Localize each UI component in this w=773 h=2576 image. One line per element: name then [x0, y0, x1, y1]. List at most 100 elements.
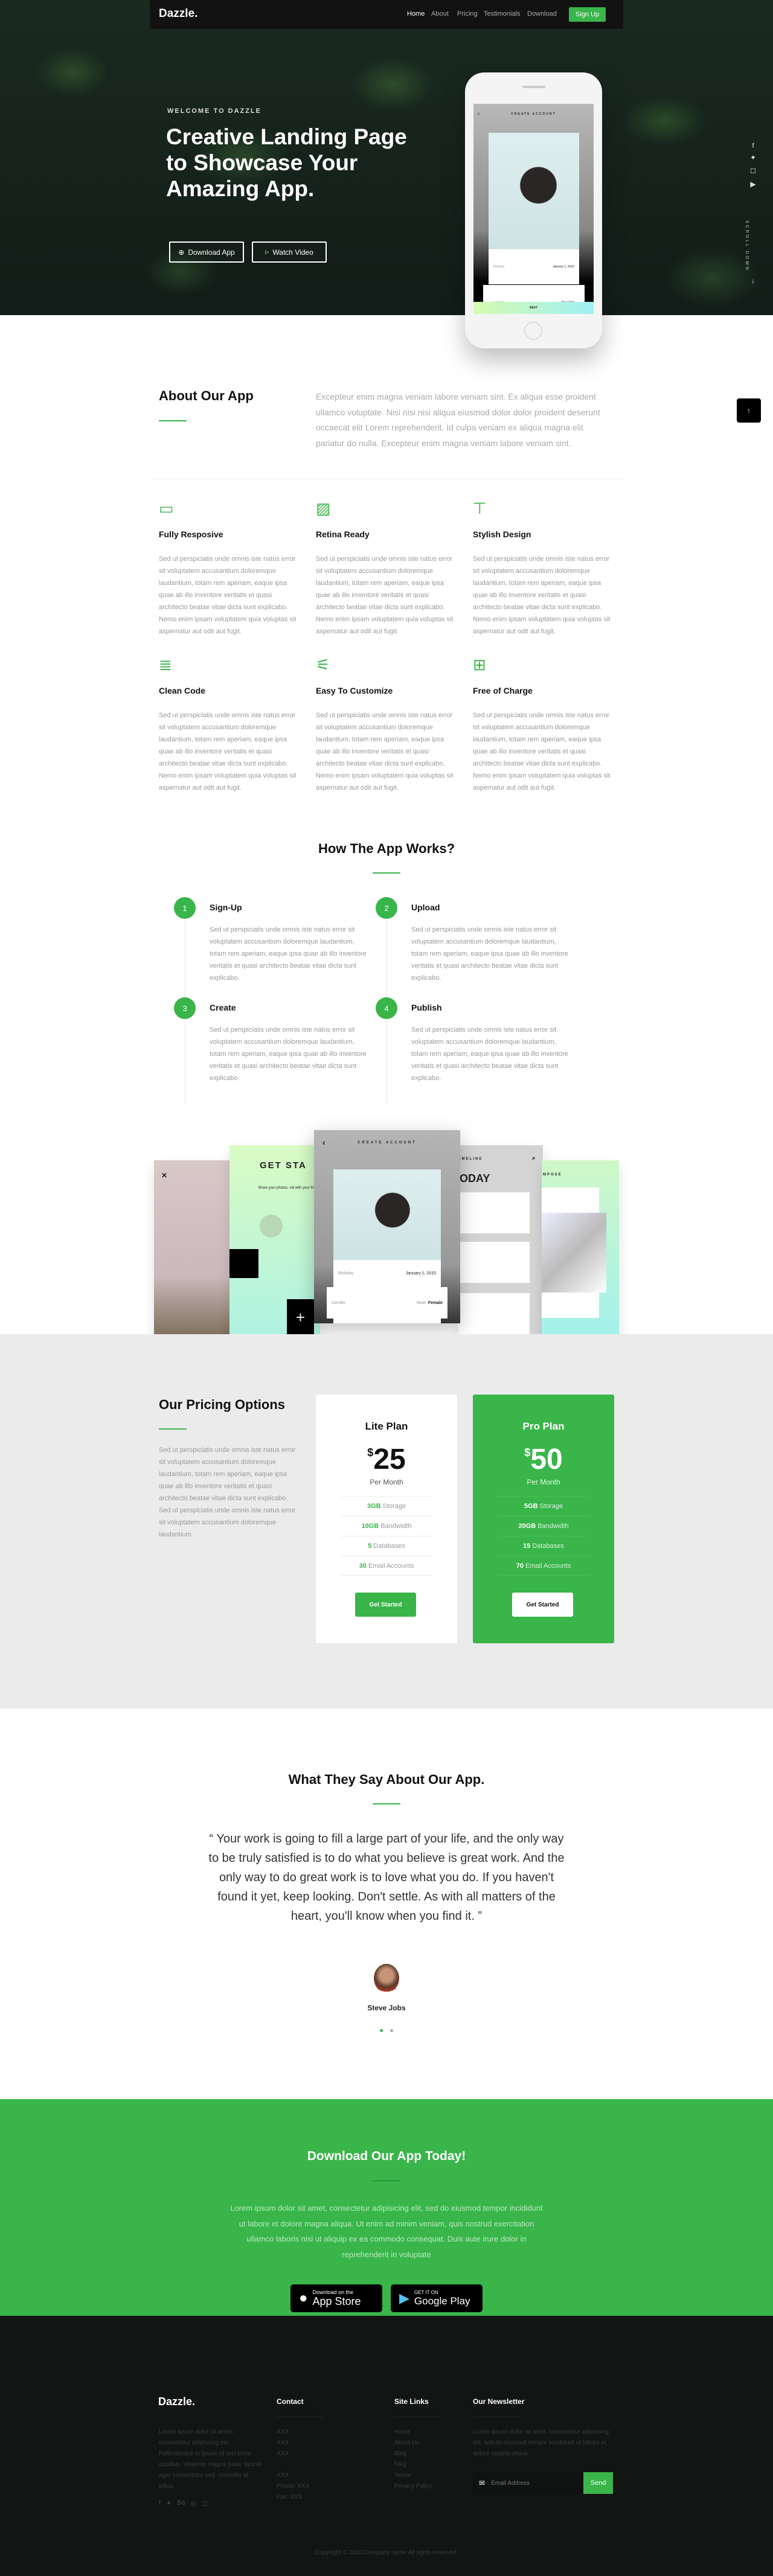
nav-pricing[interactable]: Pricing	[457, 10, 478, 18]
signup-button[interactable]: Sign Up	[569, 7, 606, 22]
feature-title: Clean Code	[159, 686, 206, 695]
youtube-icon[interactable]: ▶	[749, 180, 757, 188]
plan-feature: 20GB Bandwidth	[497, 1516, 590, 1536]
plan-price: $50	[473, 1443, 614, 1476]
behance-icon[interactable]: Bē	[177, 2499, 185, 2507]
watch-video-button[interactable]: ▷ Watch Video	[252, 241, 327, 263]
plan-price: $25	[316, 1443, 457, 1476]
twitter-icon[interactable]: ✦	[749, 153, 757, 162]
carousel-dot-2[interactable]	[390, 2029, 393, 2032]
step-text: Sed ut perspiciatis unde omnis iste natu…	[411, 1026, 568, 1082]
arrow-up-icon: ↑	[747, 406, 751, 415]
nav-home[interactable]: Home	[407, 10, 425, 18]
pricing-card: Pro Plan $50 Per Month 5GB Storage 20GB Band…	[473, 1395, 614, 1643]
facebook-icon[interactable]: f	[749, 141, 757, 150]
plan-period: Per Month	[527, 1478, 560, 1486]
nav-about[interactable]: About	[431, 10, 449, 18]
google-play-button[interactable]: ▶ GET IT ON Google Play	[391, 2284, 483, 2312]
logo[interactable]: Dazzle.	[159, 7, 197, 21]
plan-feature: 70 Email Accounts	[497, 1556, 590, 1576]
feature-title: Free of Charge	[473, 686, 533, 695]
step-title: Sign-Up	[210, 903, 242, 912]
get-started-button[interactable]: Get Started	[512, 1593, 573, 1617]
sliders-icon: ⚟	[316, 656, 330, 674]
appstore-big: App Store	[312, 2295, 361, 2307]
download-title: Download Our App Today!	[307, 2149, 466, 2163]
step-number: 1	[174, 897, 196, 919]
step-text: Sed ut perspiciatis unde omnis iste natu…	[411, 926, 568, 982]
footer-link[interactable]: Terms	[394, 2470, 432, 2481]
nav-download[interactable]: Download	[527, 10, 557, 18]
carousel-dot-1[interactable]	[380, 2029, 383, 2032]
contact-item	[277, 2459, 309, 2470]
document-icon: ≣	[159, 656, 172, 674]
app-store-button[interactable]: ● Download on the App Store	[290, 2284, 382, 2312]
compose-text: MPOSE	[543, 1173, 562, 1177]
nav-testimonials[interactable]: Testimonials	[484, 10, 521, 18]
feature-title: Retina Ready	[316, 529, 370, 539]
dribbble-icon[interactable]: ◎	[191, 2499, 197, 2507]
feature-title: Fully Resposive	[159, 529, 223, 539]
plan-feature: 30 Email Accounts	[340, 1556, 433, 1576]
newsletter-form: ✉ Send	[473, 2472, 613, 2494]
get-started-button[interactable]: Get Started	[355, 1593, 416, 1617]
contact-list: XXX XXX XXX XXX Phone: XXX Fax: XXX	[277, 2427, 309, 2503]
screen-compose-mockup: MPOSE	[542, 1160, 619, 1354]
footer-social: f ✦ Bē ◎ ◻	[159, 2499, 208, 2507]
plan-feature: 5 Databases	[340, 1536, 433, 1556]
footer-link[interactable]: Privacy Policy	[394, 2481, 432, 2492]
pricing-text: Sed ut perspiciatis unde omnis iste natu…	[159, 1446, 296, 1538]
site-links: Home About Us Blog FAQ Terms Privacy Policy	[394, 2427, 432, 2492]
feature-text: Sed ut perspiciatis unde omnis iste natu…	[159, 712, 297, 791]
title-underline	[373, 872, 400, 874]
plan-period: Per Month	[370, 1478, 403, 1486]
footer-link[interactable]: Blog	[394, 2449, 432, 2459]
footer-link[interactable]: About Us	[394, 2438, 432, 2449]
screen-title: CREATE ACCOUNT	[511, 112, 556, 116]
next-button[interactable]: NEXT	[473, 302, 594, 314]
hero-eyebrow: WELCOME TO DAZZLE	[167, 107, 262, 115]
footer-link[interactable]: FAQ	[394, 2459, 432, 2470]
send-button[interactable]: Send	[583, 2472, 613, 2494]
footer-link[interactable]: Home	[394, 2427, 432, 2438]
step-line	[386, 920, 387, 1005]
screen-timeline-mockup: IMELINE ⌕ ODAY	[458, 1145, 543, 1338]
price-value: 25	[373, 1443, 406, 1475]
title-underline	[373, 1803, 400, 1804]
scroll-down-label[interactable]: SCROLL DOWN	[745, 220, 749, 272]
step-line	[386, 1020, 387, 1105]
title-underline	[159, 420, 187, 421]
gender-male: Male	[416, 1300, 426, 1305]
step-title: Create	[210, 1003, 236, 1012]
arrow-down-icon[interactable]: ↓	[749, 276, 757, 285]
feature-text: Sed ut perspiciatis unde omnis iste natu…	[316, 555, 454, 635]
email-input[interactable]	[491, 2479, 576, 2487]
newsletter-text: Lorem ipsum dolor sit amet, consectetur …	[473, 2429, 609, 2457]
download-app-button[interactable]: ⊕ Download App	[169, 241, 244, 263]
footer-logo[interactable]: Dazzle.	[158, 2395, 195, 2408]
testimonial-quote: “ Your work is going to fill a large par…	[208, 1832, 565, 1923]
birthday-label: Birthday	[338, 1271, 354, 1276]
pricing-title: Our Pricing Options	[159, 1397, 286, 1412]
facebook-icon[interactable]: f	[159, 2499, 161, 2507]
share-text: Share your photos, vid with your frie	[258, 1186, 316, 1190]
browser-window-icon: ▭	[159, 499, 174, 517]
step-text: Sed ut perspiciatis unde omnis iste natu…	[210, 926, 367, 982]
feature-text: Sed ut perspiciatis unde omnis iste natu…	[473, 555, 611, 635]
author-avatar	[374, 1964, 399, 1993]
title-underline	[159, 1428, 187, 1430]
feature-text: Sed ut perspiciatis unde omnis iste natu…	[316, 712, 454, 791]
step-number: 4	[376, 997, 397, 1019]
contact-item: XXX	[277, 2440, 289, 2446]
birthday-value: January 1, 2015	[553, 265, 574, 269]
plan-feature: 10GB Bandwidth	[340, 1516, 433, 1536]
screen-photo-mockup: ✕	[154, 1160, 233, 1354]
instagram-icon[interactable]: ◻	[749, 166, 757, 174]
twitter-icon[interactable]: ✦	[166, 2499, 172, 2507]
pricing-card: Lite Plan $25 Per Month 3GB Storage 10GB Ban…	[316, 1395, 457, 1643]
back-to-top-button[interactable]: ↑	[737, 398, 761, 423]
instagram-icon[interactable]: ◻	[202, 2499, 207, 2507]
contact-item: XXX	[277, 2450, 289, 2457]
about-text: Excepteur enim magna veniam labore venia…	[316, 392, 600, 448]
contact-item: XXX	[277, 2472, 289, 2479]
